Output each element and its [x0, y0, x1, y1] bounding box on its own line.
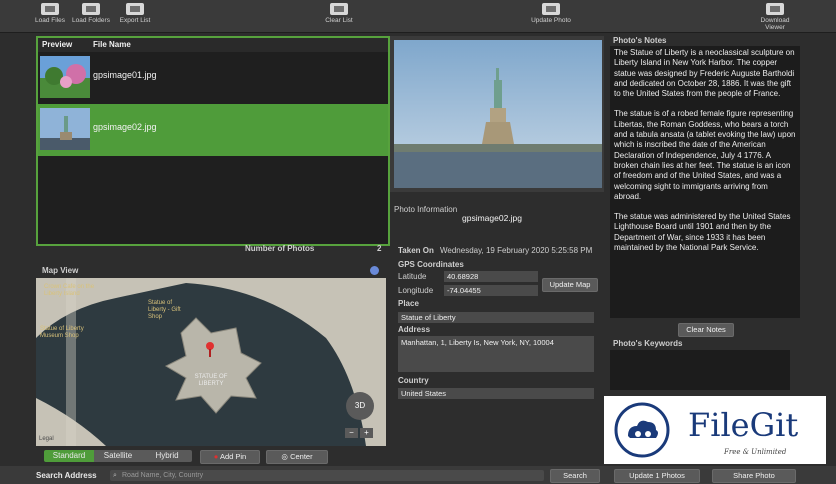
document-icon — [330, 3, 348, 15]
longitude-label: Longitude — [398, 286, 434, 295]
mode-label: Standard — [52, 451, 86, 460]
keywords-title: Photo's Keywords — [613, 339, 683, 348]
column-preview[interactable]: Preview — [42, 38, 72, 52]
notes-title: Photo's Notes — [613, 36, 667, 45]
file-name: gpsimage02.jpg — [93, 122, 157, 132]
notes-textarea[interactable]: The Statue of Liberty is a neoclassical … — [610, 46, 800, 318]
pin-icon: ● — [213, 452, 219, 461]
zoom-out-button[interactable]: − — [345, 428, 358, 438]
mode-label: Hybrid — [155, 451, 179, 460]
map-legal-link[interactable]: Legal — [39, 436, 54, 442]
update-map-label: Update Map — [549, 280, 591, 289]
cloud-logo-icon — [614, 402, 670, 458]
place-value: Statue of Liberty — [401, 313, 456, 322]
longitude-field[interactable]: -74.04455 — [444, 285, 538, 296]
load-folders-button[interactable]: Load Folders — [68, 3, 114, 24]
location-icon[interactable] — [370, 266, 379, 275]
photo-list[interactable]: Preview File Name gpsimage01.jpg gpsimag… — [36, 36, 390, 246]
folder-image-icon — [82, 3, 100, 15]
file-name: gpsimage01.jpg — [93, 70, 157, 80]
clear-notes-button[interactable]: Clear Notes — [678, 323, 734, 337]
country-label: Country — [398, 376, 429, 385]
keywords-field[interactable] — [610, 350, 790, 390]
search-address-label: Search Address — [36, 471, 97, 480]
info-file-name: gpsimage02.jpg — [462, 213, 523, 223]
filegit-logo: FileGit Free & Unlimited — [604, 396, 826, 464]
pin-stem — [209, 349, 211, 357]
latitude-label: Latitude — [398, 272, 427, 281]
photo-preview — [394, 40, 602, 188]
search-placeholder: Road Name, City, Country — [122, 472, 204, 479]
place-field[interactable]: Statue of Liberty — [398, 312, 594, 323]
map-view-title: Map View — [42, 266, 79, 275]
column-file-name[interactable]: File Name — [93, 38, 131, 52]
taken-on-label: Taken On — [398, 246, 434, 255]
list-item-selected[interactable]: gpsimage02.jpg — [38, 104, 388, 156]
share-photo-label: Share Photo — [733, 471, 775, 480]
photo-preview-frame — [390, 36, 604, 192]
poi-gift-shop[interactable]: Statue of Liberty - Gift Shop — [148, 300, 188, 321]
add-pin-button[interactable]: ● Add Pin — [200, 450, 260, 464]
search-button-label: Search — [563, 471, 587, 480]
toolbar: Load Files Load Folders Export List Clea… — [0, 0, 836, 33]
export-icon — [126, 3, 144, 15]
gps-label: GPS Coordinates — [398, 260, 464, 269]
image-icon — [41, 3, 59, 15]
map-center-label: STATUE OF LIBERTY — [194, 374, 228, 387]
update-photo-button[interactable]: Update Photo — [528, 3, 574, 24]
latitude-field[interactable]: 40.68928 — [444, 271, 538, 282]
photo-count-label: Number of Photos — [245, 244, 315, 253]
list-item[interactable]: gpsimage01.jpg — [38, 52, 388, 104]
map-view[interactable]: Crown Cafe on the Liberty Island Statue … — [36, 278, 386, 446]
app-window: Load Files Load Folders Export List Clea… — [0, 0, 836, 484]
notes-paragraph: The statue was administered by the Unite… — [614, 212, 791, 253]
add-pin-label: Add Pin — [219, 452, 247, 461]
update-map-button[interactable]: Update Map — [542, 278, 598, 292]
3d-label: 3D — [354, 401, 366, 410]
notes-paragraph: The statue is of a robed female figure r… — [614, 109, 796, 201]
poi-museum-shop[interactable]: Statue of Liberty Museum Shop — [40, 326, 84, 340]
load-files-button[interactable]: Load Files — [27, 3, 73, 24]
country-value: United States — [401, 389, 447, 398]
thumbnail-image — [40, 56, 90, 98]
taken-on-value: Wednesday, 19 February 2020 5:25:58 PM — [440, 246, 593, 255]
address-value: Manhattan, 1, Liberty Is, New York, NY, … — [401, 338, 554, 347]
logo-wordmark: FileGit — [688, 406, 799, 444]
map-mode-standard[interactable]: Standard — [44, 450, 94, 462]
clear-list-button[interactable]: Clear List — [316, 3, 362, 24]
photo-icon — [542, 3, 560, 15]
target-icon: ◎ — [281, 452, 288, 461]
map-mode-hybrid[interactable]: Hybrid — [142, 450, 192, 462]
zoom-in-button[interactable]: + — [360, 428, 373, 438]
share-photo-button[interactable]: Share Photo — [712, 469, 796, 483]
update-photos-label: Update 1 Photos — [629, 471, 685, 480]
search-address-input[interactable]: ⌕ Road Name, City, Country — [110, 470, 544, 481]
map-canvas — [36, 278, 386, 446]
longitude-value: -74.04455 — [447, 286, 481, 295]
address-field[interactable]: Manhattan, 1, Liberty Is, New York, NY, … — [398, 336, 594, 372]
mode-label: Satellite — [103, 451, 133, 460]
search-icon: ⌕ — [113, 472, 117, 479]
photo-info-title: Photo Information — [394, 205, 458, 214]
clear-notes-label: Clear Notes — [686, 325, 726, 334]
logo-tagline: Free & Unlimited — [724, 448, 787, 456]
place-label: Place — [398, 299, 419, 308]
notes-paragraph: The Statue of Liberty is a neoclassical … — [614, 48, 795, 99]
update-photos-button[interactable]: Update 1 Photos — [614, 469, 700, 483]
download-icon — [766, 3, 784, 15]
poi-crown-cafe[interactable]: Crown Cafe on the Liberty Island — [44, 284, 104, 298]
country-field[interactable]: United States — [398, 388, 594, 399]
latitude-value: 40.68928 — [447, 272, 479, 281]
download-viewer-button[interactable]: Download Viewer — [752, 3, 798, 31]
search-button[interactable]: Search — [550, 469, 600, 483]
center-button[interactable]: ◎ Center — [266, 450, 328, 464]
map-3d-button[interactable]: 3D — [346, 392, 374, 420]
list-header: Preview File Name — [38, 38, 388, 52]
export-list-button[interactable]: Export List — [112, 3, 158, 24]
center-label: Center — [290, 452, 313, 461]
photo-count: 2 — [377, 244, 382, 253]
thumbnail-image — [40, 108, 90, 150]
map-mode-satellite[interactable]: Satellite — [94, 450, 142, 462]
address-label: Address — [398, 325, 431, 334]
